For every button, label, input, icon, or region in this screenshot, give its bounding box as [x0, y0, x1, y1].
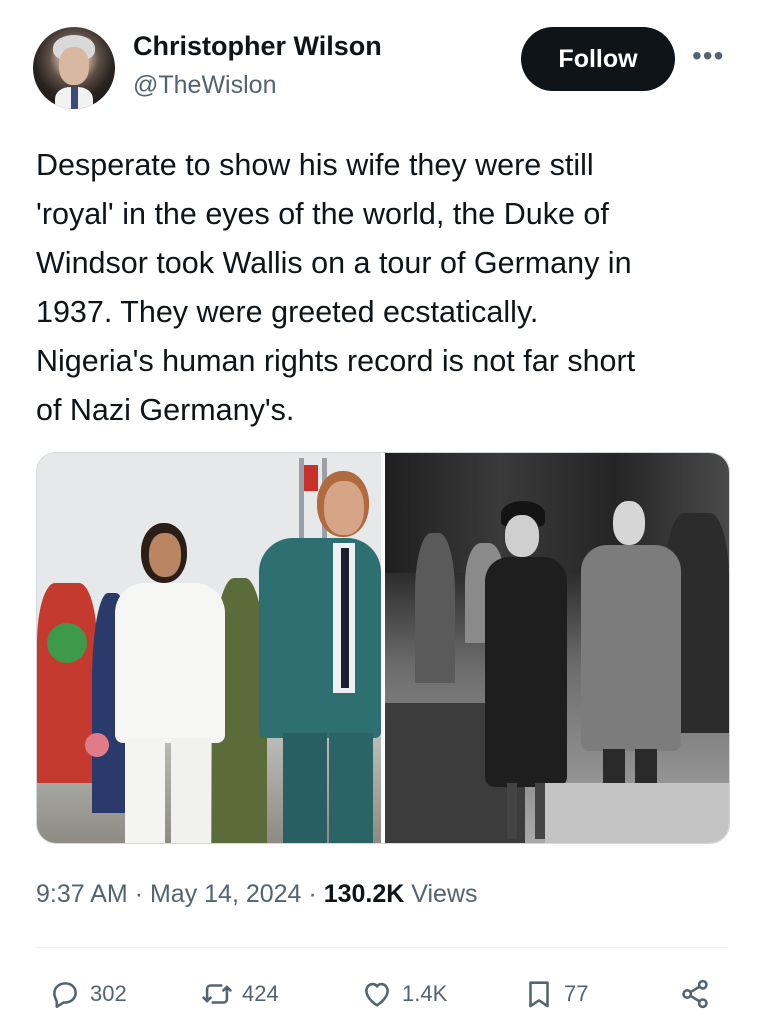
repost-button[interactable]: 424: [200, 977, 279, 1011]
tweet-text-line: 'royal' in the eyes of the world, the Du…: [36, 197, 609, 231]
bookmark-button[interactable]: 77: [522, 977, 588, 1011]
views-label: Views: [411, 880, 478, 908]
repost-count: 424: [242, 981, 279, 1006]
media-grid: [36, 452, 730, 844]
like-button[interactable]: 1.4K: [360, 977, 447, 1011]
follow-button[interactable]: Follow: [521, 27, 675, 91]
divider: [36, 947, 728, 948]
views-count: 130.2K: [323, 880, 405, 908]
media-photo-right[interactable]: [385, 453, 729, 843]
reply-button[interactable]: 302: [48, 977, 127, 1011]
tweet-text-line: Windsor took Wallis on a tour of Germany…: [36, 246, 632, 280]
author-handle[interactable]: @TheWislon: [133, 71, 276, 100]
more-options-icon[interactable]: •••: [692, 40, 724, 72]
author-name[interactable]: Christopher Wilson: [133, 31, 382, 62]
meta-separator: ·: [134, 880, 150, 908]
tweet-text-line: of Nazi Germany's.: [36, 393, 295, 427]
like-icon: [365, 982, 389, 1007]
meta-separator: ·: [308, 880, 324, 908]
tweet-text-line: Nigeria's human rights record is not far…: [36, 344, 636, 378]
media-photo-left[interactable]: [37, 453, 381, 843]
share-button[interactable]: [678, 977, 712, 1011]
tweet-time[interactable]: 9:37 AM: [36, 880, 128, 908]
tweet-text-line: Desperate to show his wife they were sti…: [36, 148, 594, 182]
tweet-text-line: 1937. They were greeted ecstatically.: [36, 295, 539, 329]
like-count: 1.4K: [402, 981, 448, 1006]
bookmark-icon: [529, 981, 549, 1008]
reply-icon: [53, 982, 77, 1009]
bookmark-count: 77: [564, 981, 589, 1006]
tweet-meta: 9:37 AM · May 14, 2024 · 130.2K Views: [36, 880, 478, 909]
avatar[interactable]: [33, 27, 115, 109]
reply-count: 302: [90, 981, 127, 1006]
tweet-date[interactable]: May 14, 2024: [150, 880, 302, 908]
repost-icon: [202, 984, 232, 1004]
tweet-text: Desperate to show his wife they were sti…: [36, 141, 736, 435]
share-icon: [682, 979, 708, 1009]
